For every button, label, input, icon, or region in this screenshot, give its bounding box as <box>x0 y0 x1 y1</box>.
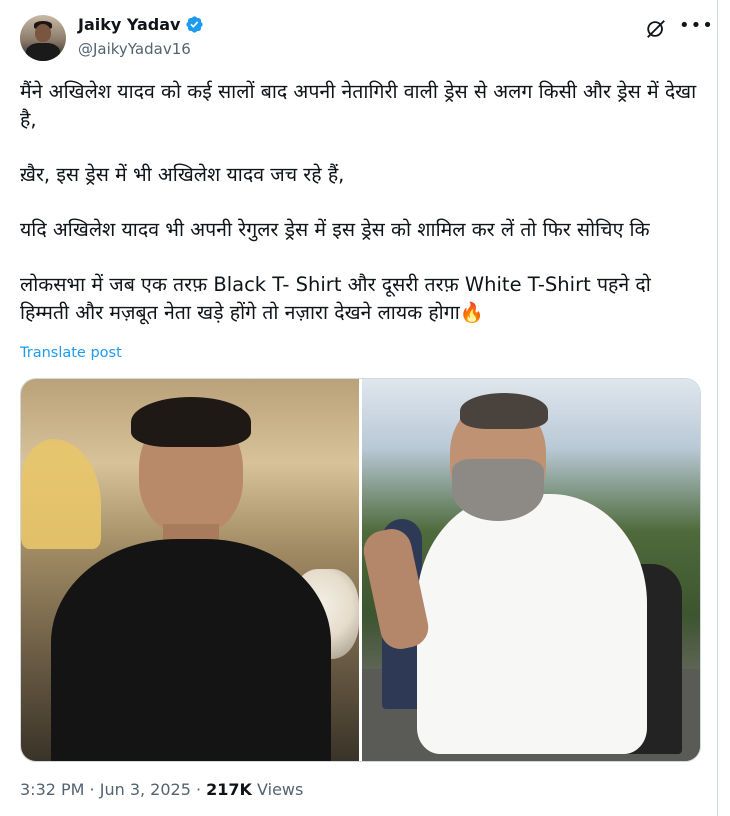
grok-icon[interactable] <box>645 18 667 40</box>
author-name[interactable]: Jaiky Yadav <box>78 15 180 34</box>
meta-separator: · <box>190 780 207 799</box>
lamp-shade <box>21 439 101 549</box>
meta-separator: · <box>84 780 100 799</box>
post-paragraph: मैंने अखिलेश यादव को कई सालों बाद अपनी न… <box>20 80 697 131</box>
person-hair <box>460 393 548 429</box>
views-label: Views <box>251 780 304 799</box>
photo-white-tshirt[interactable] <box>362 379 700 761</box>
author-name-row[interactable]: Jaiky Yadav <box>78 15 204 34</box>
white-polo <box>417 494 647 754</box>
post-paragraph: यदि अखिलेश यादव भी अपनी रेगुलर ड्रेस में… <box>20 218 650 241</box>
author-handle[interactable]: @JaikyYadav16 <box>78 40 191 58</box>
avatar-face <box>35 24 51 42</box>
translate-post-link[interactable]: Translate post <box>20 345 122 361</box>
black-polo <box>51 539 331 761</box>
post-time[interactable]: 3:32 PM <box>20 780 84 799</box>
post-meta: 3:32 PM · Jun 3, 2025 · 217K Views <box>20 780 303 799</box>
post-paragraph: लोकसभा में जब एक तरफ़ Black T- Shirt और … <box>20 273 651 324</box>
post-card: Jaiky Yadav @JaikyYadav16 ••• मैंने अखिल… <box>0 0 718 816</box>
author-avatar[interactable] <box>20 15 66 61</box>
more-options-icon[interactable]: ••• <box>679 15 713 39</box>
person-hair <box>131 397 251 447</box>
person-beard <box>452 459 544 521</box>
avatar-body <box>26 43 60 61</box>
photo-black-tshirt[interactable] <box>21 379 359 761</box>
views-count[interactable]: 217K <box>206 780 252 799</box>
post-paragraph: ख़ैर, इस ड्रेस में भी अखिलेश यादव जच रहे… <box>20 163 345 186</box>
post-date[interactable]: Jun 3, 2025 <box>100 780 191 799</box>
post-body: मैंने अखिलेश यादव को कई सालों बाद अपनी न… <box>20 78 700 327</box>
verified-badge-icon[interactable] <box>185 15 204 34</box>
media-gallery <box>20 378 701 762</box>
